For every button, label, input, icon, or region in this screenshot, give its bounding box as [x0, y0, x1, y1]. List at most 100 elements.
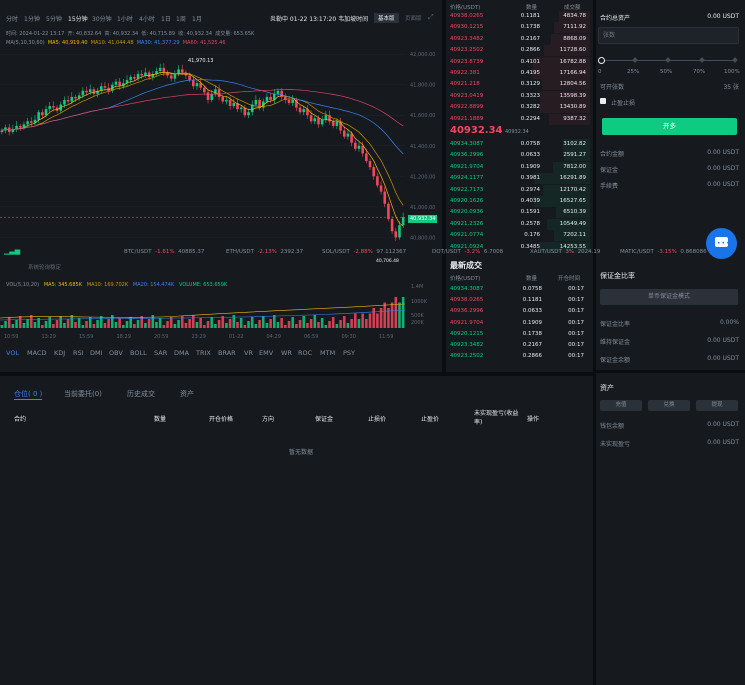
ask-row[interactable]: 40922.381 0.4195 17166.94 — [448, 68, 590, 79]
bid-qty: 0.3981 — [520, 175, 540, 182]
chat-button[interactable]: ••• — [706, 228, 737, 259]
tf-3[interactable]: 15分钟 — [68, 14, 88, 23]
trade-row: 40936.2996 0.0633 00:17 — [448, 306, 590, 317]
fullscreen-icon[interactable]: ⤢ — [428, 13, 434, 22]
volume-bar — [320, 318, 324, 328]
ticker-matic[interactable]: MATIC/USDT -3.15% 0.868086 — [620, 249, 707, 255]
tab-assets[interactable]: 资产 — [180, 389, 194, 399]
candle-body — [195, 83, 199, 87]
candle-body — [379, 185, 383, 192]
ask-row[interactable]: 40923.2502 0.2866 11728.60 — [448, 45, 590, 57]
indicator-kdj[interactable]: KDJ — [54, 349, 65, 357]
bid-row[interactable]: 40924.1177 0.3981 16291.89 — [448, 173, 590, 185]
basic-chart-button[interactable]: 基本版 — [374, 13, 399, 23]
bid-row[interactable]: 40921.0924 0.3485 14253.55 — [448, 241, 590, 253]
volume-bar — [85, 321, 88, 328]
ask-row[interactable]: 40923.8739 0.4101 16782.88 — [448, 56, 590, 68]
ask-row[interactable]: 40938.0265 0.1181 4834.78 — [448, 11, 590, 22]
indicator-vr[interactable]: VR — [244, 349, 253, 357]
trade-price: 40923.3482 — [450, 342, 484, 348]
assets-title: 资产 — [600, 384, 614, 392]
ask-row[interactable]: 40923.3482 0.2167 8868.09 — [448, 33, 590, 45]
candle-body — [394, 231, 398, 238]
candle-body — [18, 125, 22, 128]
tf-1[interactable]: 1分钟 — [24, 14, 40, 23]
withdraw-button[interactable]: 提现 — [696, 400, 738, 411]
indicator-vol[interactable]: VOL — [6, 349, 19, 357]
ask-row[interactable]: 40923.0419 0.3323 13598.39 — [448, 90, 590, 102]
pro-chart-button[interactable]: 页面版 — [401, 13, 426, 23]
ask-total: 13598.39 — [559, 92, 586, 99]
bid-row[interactable]: 40934.3087 0.0758 3102.82 — [448, 139, 590, 150]
indicator-macd[interactable]: MACD — [27, 349, 46, 357]
margin-balance-label: 保证金余额 — [600, 357, 631, 364]
tf-8[interactable]: 1周 — [176, 14, 186, 23]
ticker-eth[interactable]: ETH/USDT -2.13% 2392.37 — [226, 249, 303, 255]
tab-positions[interactable]: 仓位( 0 ) — [14, 389, 42, 399]
volume-bar — [236, 322, 239, 328]
tf-0[interactable]: 分时 — [6, 14, 18, 23]
tf-9[interactable]: 1月 — [192, 14, 202, 23]
ask-row[interactable]: 40921.218 0.3129 12804.56 — [448, 79, 590, 91]
open-long-button[interactable]: 开多 — [602, 118, 737, 135]
indicator-emv[interactable]: EMV — [259, 349, 273, 357]
ma10-line — [1, 72, 404, 206]
ask-row[interactable]: 40921.1889 0.2294 9387.32 — [448, 113, 590, 125]
tf-2[interactable]: 5分钟 — [46, 14, 62, 23]
bid-row[interactable]: 40920.1626 0.4039 16527.65 — [448, 196, 590, 207]
tf-6[interactable]: 4小时 — [139, 14, 155, 23]
ticker-btc[interactable]: BTC/USDT -1.61% 40885.37 — [124, 249, 204, 255]
bid-row[interactable]: 40920.0936 0.1591 6510.39 — [448, 207, 590, 219]
deposit-button[interactable]: 充值 — [600, 400, 642, 411]
bid-row[interactable]: 40921.2326 0.2578 10549.49 — [448, 218, 590, 230]
candlestick-chart[interactable]: 42,000.00 41,800.00 41,600.00 41,400.00 41,2… — [0, 45, 442, 245]
trade-price: 40934.3087 — [450, 286, 484, 292]
indicator-wr[interactable]: WR — [281, 349, 292, 357]
contract-assets-value: 0.00 USDT — [707, 13, 739, 20]
volume-chart[interactable]: 1.4M 1000K 500K200K 10:59 13:29 15:59 18:29 20:… — [0, 284, 442, 344]
x-tick-label: 13:29 — [42, 334, 56, 340]
trade-time: 00:17 — [568, 308, 584, 315]
ask-qty: 0.1181 — [520, 13, 540, 19]
volume-bar — [96, 320, 99, 328]
volume-bar — [103, 323, 107, 328]
amount-slider[interactable] — [598, 57, 738, 64]
bid-qty: 0.1591 — [520, 209, 540, 216]
ticker-sol[interactable]: SOL/USDT -2.88% 97.112367 — [322, 249, 406, 255]
tab-open-orders[interactable]: 当前委托(0) — [64, 389, 102, 399]
indicator-obv[interactable]: OBV — [109, 349, 123, 357]
indicator-boll[interactable]: BOLL — [130, 349, 147, 357]
tpsl-checkbox[interactable] — [600, 98, 606, 104]
indicator-dma[interactable]: DMA — [174, 349, 189, 357]
quantity-input[interactable] — [598, 27, 739, 44]
indicator-roc[interactable]: ROC — [298, 349, 312, 357]
indicator-trix[interactable]: TRIX — [196, 349, 211, 357]
tf-5[interactable]: 1小时 — [117, 14, 133, 23]
indicator-dmi[interactable]: DMI — [90, 349, 103, 357]
tab-trade-history[interactable]: 历史成交 — [127, 389, 155, 399]
trade-row: 40923.2502 0.2866 00:17 — [448, 351, 590, 362]
bid-row[interactable]: 40936.2996 0.0633 2591.27 — [448, 150, 590, 162]
candle-body — [162, 67, 166, 73]
bid-row[interactable]: 40921.9704 0.1909 7812.00 — [448, 161, 590, 173]
convert-button[interactable]: 兑换 — [648, 400, 690, 411]
indicator-sar[interactable]: SAR — [154, 349, 167, 357]
ask-row[interactable]: 40922.8899 0.3282 13430.89 — [448, 102, 590, 114]
candle-body — [140, 74, 144, 76]
tf-7[interactable]: 1日 — [161, 14, 171, 23]
bid-row[interactable]: 40922.7173 0.2974 12170.42 — [448, 184, 590, 196]
candle-body — [63, 99, 66, 105]
tf-4[interactable]: 30分钟 — [92, 14, 112, 23]
indicator-brar[interactable]: BRAR — [218, 349, 236, 357]
indicator-rsi[interactable]: RSI — [73, 349, 84, 357]
indicator-psy[interactable]: PSY — [343, 349, 355, 357]
ask-total: 11728.60 — [559, 47, 586, 54]
slider-handle[interactable] — [598, 57, 605, 64]
min-price-marker: 40,706.48 — [376, 259, 399, 264]
margin-mode-button[interactable]: 单币保证金模式 — [600, 289, 738, 305]
trade-qty: 0.2866 — [522, 353, 542, 360]
candle-body — [228, 99, 232, 107]
ask-row[interactable]: 40930.1215 0.1738 7111.92 — [448, 22, 590, 34]
indicator-mtm[interactable]: MTM — [320, 349, 335, 357]
bid-row[interactable]: 40921.0774 0.176 7202.11 — [448, 230, 590, 242]
